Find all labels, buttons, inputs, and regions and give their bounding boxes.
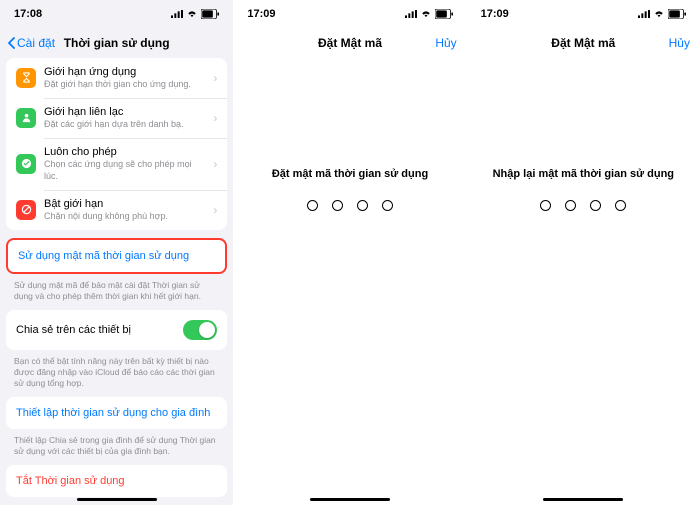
row-always-allowed[interactable]: Luôn cho phép Chọn các ứng dụng sẽ cho p… — [6, 138, 227, 190]
passcode-dot — [615, 200, 626, 211]
row-title: Luôn cho phép — [44, 145, 205, 159]
status-time: 17:08 — [14, 8, 42, 20]
status-time: 17:09 — [247, 8, 275, 20]
content: Giới hạn ứng dụng Đặt giới hạn thời gian… — [0, 58, 233, 505]
row-sub: Chọn các ứng dụng sẽ cho phép mọi lúc. — [44, 159, 205, 182]
row-title: Bật giới hạn — [44, 197, 205, 211]
wifi-icon — [420, 8, 432, 20]
status-bar: 17:08 — [0, 0, 233, 28]
share-footer: Bạn có thể bật tính năng này trên bất kỳ… — [0, 354, 233, 397]
signal-icon — [405, 8, 417, 20]
check-icon — [16, 154, 36, 174]
wifi-icon — [653, 8, 665, 20]
page-title: Đặt Mật mã — [318, 36, 382, 50]
row-sub: Đặt giới hạn thời gian cho ứng dụng. — [44, 79, 205, 91]
nav-bar: Đặt Mật mã Hủy — [233, 28, 466, 58]
share-label: Chia sẻ trên các thiết bị — [16, 324, 131, 336]
passcode-dot — [540, 200, 551, 211]
back-label: Cài đặt — [17, 36, 55, 50]
turn-off-label: Tắt Thời gian sử dụng — [16, 475, 125, 487]
home-indicator[interactable] — [310, 498, 390, 502]
home-indicator[interactable] — [543, 498, 623, 502]
content: Nhập lại mật mã thời gian sử dụng — [467, 58, 700, 505]
row-title: Giới hạn liên lạc — [44, 105, 205, 119]
passcode-dots[interactable] — [233, 200, 466, 211]
use-passcode-label: Sử dụng mật mã thời gian sử dụng — [18, 250, 189, 262]
passcode-prompt: Đặt mật mã thời gian sử dụng — [233, 168, 466, 180]
battery-icon — [201, 9, 219, 19]
wifi-icon — [186, 8, 198, 20]
screen-confirm-passcode: 17:09 Đặt Mật mã Hủy Nhập lại mật mã thờ… — [467, 0, 700, 505]
passcode-dot — [357, 200, 368, 211]
row-comm-limits[interactable]: Giới hạn liên lạc Đặt các giới hạn dựa t… — [6, 98, 227, 138]
battery-icon — [435, 9, 453, 19]
signal-icon — [171, 8, 183, 20]
passcode-dot — [590, 200, 601, 211]
chevron-right-icon: › — [213, 71, 217, 85]
status-bar: 17:09 — [467, 0, 700, 28]
page-title: Đặt Mật mã — [551, 36, 615, 50]
screen-set-passcode: 17:09 Đặt Mật mã Hủy Đặt mật mã thời gia… — [233, 0, 466, 505]
page-title: Thời gian sử dụng — [64, 36, 170, 50]
cancel-button[interactable]: Hủy — [669, 36, 690, 50]
row-text: Giới hạn liên lạc Đặt các giới hạn dựa t… — [44, 105, 205, 131]
passcode-prompt: Nhập lại mật mã thời gian sử dụng — [467, 168, 700, 180]
block-icon — [16, 200, 36, 220]
status-icons — [638, 8, 686, 20]
chevron-right-icon: › — [213, 111, 217, 125]
row-title: Giới hạn ứng dụng — [44, 65, 205, 79]
family-footer: Thiết lập Chia sẻ trong gia đình để sử d… — [0, 433, 233, 465]
status-time: 17:09 — [481, 8, 509, 20]
share-toggle[interactable] — [183, 320, 217, 340]
passcode-area: Nhập lại mật mã thời gian sử dụng — [467, 168, 700, 211]
passcode-dots[interactable] — [467, 200, 700, 211]
row-sub: Đặt các giới hạn dựa trên danh bạ. — [44, 119, 205, 131]
back-button[interactable]: Cài đặt — [8, 36, 55, 50]
share-devices-row[interactable]: Chia sẻ trên các thiết bị — [6, 310, 227, 350]
content: Đặt mật mã thời gian sử dụng — [233, 58, 466, 505]
screen-settings: 17:08 Cài đặt Thời gian sử dụng Giới hạn… — [0, 0, 233, 505]
setup-family-button[interactable]: Thiết lập thời gian sử dụng cho gia đình — [6, 397, 227, 429]
chevron-right-icon: › — [213, 203, 217, 217]
row-app-limits[interactable]: Giới hạn ứng dụng Đặt giới hạn thời gian… — [6, 58, 227, 98]
passcode-dot — [382, 200, 393, 211]
row-restrictions[interactable]: Bật giới hạn Chặn nội dung không phù hợp… — [6, 190, 227, 230]
use-passcode-button[interactable]: Sử dụng mật mã thời gian sử dụng — [6, 238, 227, 274]
passcode-footer: Sử dụng mật mã để bảo mật cài đặt Thời g… — [0, 278, 233, 310]
status-icons — [171, 8, 219, 20]
battery-icon — [668, 9, 686, 19]
nav-bar: Cài đặt Thời gian sử dụng — [0, 28, 233, 58]
passcode-dot — [307, 200, 318, 211]
row-text: Bật giới hạn Chặn nội dung không phù hợp… — [44, 197, 205, 223]
home-indicator[interactable] — [77, 498, 157, 502]
chevron-left-icon — [8, 37, 15, 49]
setup-family-label: Thiết lập thời gian sử dụng cho gia đình — [16, 407, 210, 419]
row-sub: Chặn nội dung không phù hợp. — [44, 211, 205, 223]
contact-icon — [16, 108, 36, 128]
hourglass-icon — [16, 68, 36, 88]
settings-group: Giới hạn ứng dụng Đặt giới hạn thời gian… — [6, 58, 227, 230]
status-bar: 17:09 — [233, 0, 466, 28]
passcode-dot — [565, 200, 576, 211]
cancel-button[interactable]: Hủy — [435, 36, 456, 50]
row-text: Luôn cho phép Chọn các ứng dụng sẽ cho p… — [44, 145, 205, 183]
status-icons — [405, 8, 453, 20]
signal-icon — [638, 8, 650, 20]
passcode-dot — [332, 200, 343, 211]
row-text: Giới hạn ứng dụng Đặt giới hạn thời gian… — [44, 65, 205, 91]
turn-off-button[interactable]: Tắt Thời gian sử dụng — [6, 465, 227, 497]
passcode-area: Đặt mật mã thời gian sử dụng — [233, 168, 466, 211]
nav-bar: Đặt Mật mã Hủy — [467, 28, 700, 58]
chevron-right-icon: › — [213, 157, 217, 171]
